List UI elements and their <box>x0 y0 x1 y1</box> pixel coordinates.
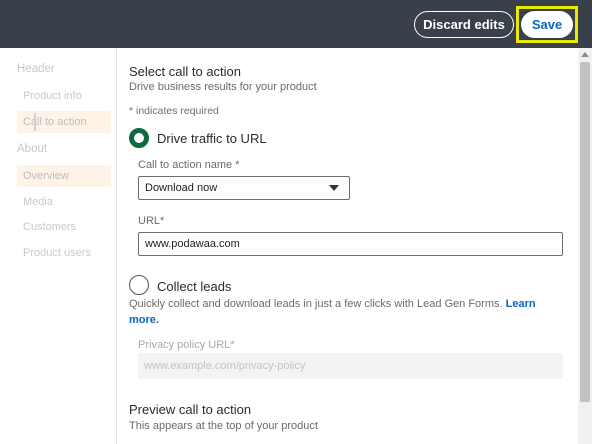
cta-name-label: Call to action name * <box>138 159 240 171</box>
collect-leads-radio[interactable] <box>129 275 149 295</box>
top-bar: Discard edits Save <box>0 0 592 48</box>
sidebar-item-product-users[interactable]: Product users <box>17 242 111 264</box>
section-subtitle: Drive business results for your product <box>129 81 317 93</box>
privacy-url-label: Privacy policy URL* <box>138 339 235 351</box>
collect-leads-label: Collect leads <box>157 279 232 294</box>
sidebar-item-product-info[interactable]: Product info <box>17 85 111 107</box>
sidebar-item-call-to-action[interactable]: Call to action <box>17 111 111 133</box>
cta-name-select[interactable]: Download now <box>138 176 350 200</box>
chevron-down-icon <box>329 185 339 191</box>
drive-traffic-label: Drive traffic to URL <box>157 131 267 146</box>
sidebar-section-header: Header <box>17 63 55 75</box>
sidebar-item-overview[interactable]: Overview <box>17 165 111 187</box>
url-label: URL* <box>138 215 165 227</box>
cta-name-value: Download now <box>145 182 218 194</box>
section-title: Select call to action <box>129 64 242 79</box>
scroll-up-arrow-icon[interactable] <box>581 52 589 57</box>
discard-edits-button[interactable]: Discard edits <box>414 11 514 38</box>
sidebar-item-customers[interactable]: Customers <box>17 216 111 238</box>
drive-traffic-radio[interactable] <box>129 128 149 148</box>
sidebar: Header Product info Call to action About… <box>0 48 117 444</box>
required-note: * indicates required <box>129 105 219 117</box>
save-button[interactable]: Save <box>521 11 573 38</box>
sidebar-item-label: Call to action <box>23 116 87 128</box>
main-panel: Select call to action Drive business res… <box>118 48 576 444</box>
leads-description-text: Quickly collect and download leads in ju… <box>129 298 503 310</box>
preview-subtitle: This appears at the top of your product <box>129 420 318 432</box>
scrollbar-thumb[interactable] <box>580 62 590 402</box>
selected-marker <box>34 113 36 131</box>
url-input[interactable]: www.podawaa.com <box>138 232 563 256</box>
privacy-url-input[interactable]: www.example.com/privacy-policy <box>138 353 563 379</box>
sidebar-section-about: About <box>17 143 48 155</box>
sidebar-item-media[interactable]: Media <box>17 191 111 213</box>
leads-description: Quickly collect and download leads in ju… <box>129 296 549 328</box>
preview-title: Preview call to action <box>129 402 252 417</box>
